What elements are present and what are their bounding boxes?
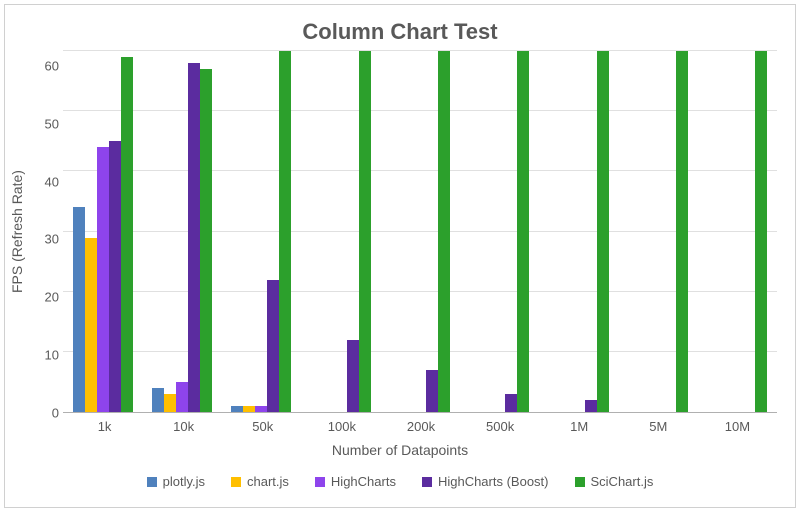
x-tick: 200k <box>381 413 460 434</box>
legend-swatch <box>231 477 241 487</box>
bar <box>517 51 529 412</box>
bar <box>164 394 176 412</box>
bar-groups <box>63 51 777 412</box>
bar <box>97 147 109 412</box>
bar-group <box>222 51 301 412</box>
bar-group <box>142 51 221 412</box>
y-axis-label: FPS (Refresh Rate) <box>5 51 33 413</box>
bar <box>359 51 371 412</box>
x-tick: 10k <box>144 413 223 434</box>
y-tick: 20 <box>33 290 63 305</box>
legend-item: SciChart.js <box>575 474 654 489</box>
y-axis-ticks: 0102030405060 <box>33 51 63 413</box>
bar <box>188 63 200 412</box>
chart-title: Column Chart Test <box>5 5 795 51</box>
bar <box>176 382 188 412</box>
bar <box>243 406 255 412</box>
bar-group <box>380 51 459 412</box>
bar <box>426 370 438 412</box>
plot-row: FPS (Refresh Rate) 0102030405060 <box>5 51 795 413</box>
bar <box>85 238 97 412</box>
bar <box>255 406 267 412</box>
x-tick: 100k <box>302 413 381 434</box>
legend-label: HighCharts <box>331 474 396 489</box>
bar <box>279 51 291 412</box>
legend-swatch <box>147 477 157 487</box>
legend-item: chart.js <box>231 474 289 489</box>
y-tick: 40 <box>33 174 63 189</box>
y-tick: 10 <box>33 348 63 363</box>
x-tick: 1k <box>65 413 144 434</box>
y-tick: 0 <box>33 405 63 420</box>
y-tick: 30 <box>33 232 63 247</box>
bar <box>267 280 279 412</box>
bar-group <box>618 51 697 412</box>
legend-item: HighCharts (Boost) <box>422 474 549 489</box>
plot-area <box>63 51 777 413</box>
legend-label: SciChart.js <box>591 474 654 489</box>
bar-group <box>539 51 618 412</box>
x-axis-ticks: 1k10k50k100k200k500k1M5M10M <box>5 413 795 434</box>
legend-swatch <box>315 477 325 487</box>
chart-frame: Column Chart Test FPS (Refresh Rate) 0 10… <box>4 4 796 508</box>
legend-label: plotly.js <box>163 474 205 489</box>
y-tick: 50 <box>33 116 63 131</box>
bar <box>755 51 767 412</box>
bar-group <box>698 51 777 412</box>
bar-group <box>301 51 380 412</box>
bar <box>505 394 517 412</box>
bar <box>438 51 450 412</box>
bar <box>152 388 164 412</box>
x-axis-label: Number of Datapoints <box>5 434 795 464</box>
bar <box>347 340 359 412</box>
legend-item: HighCharts <box>315 474 396 489</box>
bar <box>73 207 85 412</box>
legend-label: chart.js <box>247 474 289 489</box>
x-tick: 10M <box>698 413 777 434</box>
bar <box>676 51 688 412</box>
bar <box>585 400 597 412</box>
legend-swatch <box>422 477 432 487</box>
legend: plotly.js chart.js HighCharts HighCharts (B… <box>5 464 795 507</box>
x-tick: 1M <box>540 413 619 434</box>
bar <box>109 141 121 412</box>
bar <box>597 51 609 412</box>
bar <box>121 57 133 412</box>
bar-group <box>460 51 539 412</box>
legend-swatch <box>575 477 585 487</box>
x-tick: 5M <box>619 413 698 434</box>
x-tick: 500k <box>461 413 540 434</box>
legend-item: plotly.js <box>147 474 205 489</box>
bar <box>200 69 212 412</box>
x-tick: 50k <box>223 413 302 434</box>
y-tick: 60 <box>33 59 63 74</box>
bar-group <box>63 51 142 412</box>
legend-label: HighCharts (Boost) <box>438 474 549 489</box>
bar <box>231 406 243 412</box>
